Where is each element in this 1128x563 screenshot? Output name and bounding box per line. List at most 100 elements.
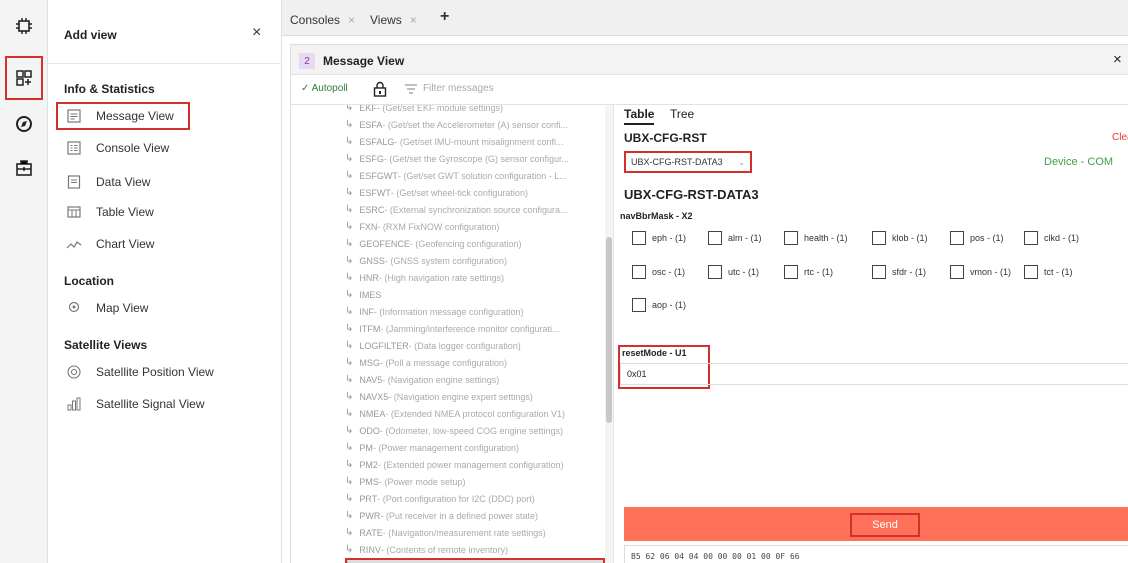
devices-button[interactable] xyxy=(6,8,42,44)
message-item-navx5[interactable]: ↳ NAVX5 - (Navigation engine expert setti… xyxy=(345,388,605,405)
message-item-rinv[interactable]: ↳ RINV - (Contents of remote inventory) xyxy=(345,541,605,558)
message-item-rate[interactable]: ↳ RATE - (Navigation/measurement rate set… xyxy=(345,524,605,541)
bitmask-checkbox[interactable]: vmon - (1) xyxy=(950,263,1011,281)
message-item-name: PM xyxy=(359,442,373,453)
message-item-pm2[interactable]: ↳ PM2 - (Extended power management config… xyxy=(345,456,605,473)
lock-icon[interactable] xyxy=(373,81,387,97)
tab-table[interactable]: Table xyxy=(624,107,655,125)
view-item-satellite-position[interactable]: Satellite Position View xyxy=(56,358,274,386)
tab-views[interactable]: Views × xyxy=(370,8,417,32)
message-item-msg[interactable]: ↳ MSG - (Poll a message configuration) xyxy=(345,354,605,371)
message-variant-select[interactable]: UBX-CFG-RST-DATA3 ⌄ xyxy=(624,151,752,173)
child-arrow-icon: ↳ xyxy=(345,255,354,266)
message-item-itfm[interactable]: ↳ ITFM - (Jamming/interference monitor co… xyxy=(345,320,605,337)
add-tab-button[interactable]: + xyxy=(440,8,449,26)
close-icon[interactable]: × xyxy=(1113,51,1122,68)
message-item-gnss[interactable]: ↳ GNSS - (GNSS system configuration) xyxy=(345,252,605,269)
message-item-nmea[interactable]: ↳ NMEA - (Extended NMEA protocol configur… xyxy=(345,405,605,422)
message-item-esfgwt[interactable]: ↳ ESFGWT - (Get/set GWT solution configur… xyxy=(345,167,605,184)
message-list-scrollbar[interactable] xyxy=(605,105,613,563)
checkbox-box[interactable] xyxy=(950,265,964,279)
message-item-esfa[interactable]: ↳ ESFA - (Get/set the Accelerometer (A) s… xyxy=(345,116,605,133)
view-item-data[interactable]: Data View xyxy=(56,168,274,196)
view-item-map[interactable]: Map View xyxy=(56,294,274,322)
bitmask-checkbox[interactable]: tct - (1) xyxy=(1024,263,1073,281)
message-item-esrc[interactable]: ↳ ESRC - (External synchronization source… xyxy=(345,201,605,218)
checkbox-box[interactable] xyxy=(950,231,964,245)
message-item-name: RINV xyxy=(359,544,381,555)
child-arrow-icon: ↳ xyxy=(345,476,354,487)
message-item-hnr[interactable]: ↳ HNR - (High navigation rate settings) xyxy=(345,269,605,286)
clear-link[interactable]: Clear xyxy=(1112,132,1128,143)
add-view-icon xyxy=(16,70,32,86)
tab-consoles[interactable]: Consoles × xyxy=(290,8,355,32)
autopoll-toggle[interactable]: ✓ Autopoll xyxy=(301,83,348,94)
bitmask-checkbox[interactable]: utc - (1) xyxy=(708,263,759,281)
bitmask-checkbox[interactable]: pos - (1) xyxy=(950,229,1004,247)
message-item-esfalg[interactable]: ↳ ESFALG - (Get/set IMU-mount misalignmen… xyxy=(345,133,605,150)
checkbox-box[interactable] xyxy=(632,231,646,245)
child-arrow-icon: ↳ xyxy=(345,323,354,334)
message-item-pms[interactable]: ↳ PMS - (Power mode setup) xyxy=(345,473,605,490)
message-item-fxn[interactable]: ↳ FXN - (RXM FixNOW configuration) xyxy=(345,218,605,235)
message-item-description: - (Jamming/interference monitor configur… xyxy=(380,323,560,334)
checkbox-box[interactable] xyxy=(708,265,722,279)
filter-messages-input[interactable]: Filter messages xyxy=(423,83,494,94)
message-item-ekf[interactable]: ↳ EKF - (Get/set EKF module settings) xyxy=(345,105,605,116)
checkbox-box[interactable] xyxy=(1024,231,1038,245)
checkbox-box[interactable] xyxy=(632,298,646,312)
message-item-rst[interactable]: ↳RST - (Reset receiver / Clear backup da… xyxy=(345,558,605,563)
message-item-description: - (Extended power management configurati… xyxy=(377,459,564,470)
bitmask-checkbox[interactable]: aop - (1) xyxy=(632,296,686,314)
message-item-nav5[interactable]: ↳ NAV5 - (Navigation engine settings) xyxy=(345,371,605,388)
view-item-chart[interactable]: Chart View xyxy=(56,230,274,258)
message-item-imes[interactable]: ↳ IMES xyxy=(345,286,605,303)
checkbox-box[interactable] xyxy=(784,265,798,279)
bitmask-checkbox[interactable]: sfdr - (1) xyxy=(872,263,926,281)
checkbox-box[interactable] xyxy=(1024,265,1038,279)
message-item-prt[interactable]: ↳ PRT - (Port configuration for I2C (DDC)… xyxy=(345,490,605,507)
close-icon[interactable]: × xyxy=(410,13,417,27)
bitmask-checkbox[interactable]: clkd - (1) xyxy=(1024,229,1079,247)
send-button[interactable]: Send xyxy=(850,513,920,537)
view-item-message[interactable]: Message View xyxy=(56,102,190,130)
message-item-pwr[interactable]: ↳ PWR - (Put receiver in a defined power … xyxy=(345,507,605,524)
bitmask-checkbox[interactable]: klob - (1) xyxy=(872,229,928,247)
bitmask-checkbox[interactable]: osc - (1) xyxy=(632,263,685,281)
checkbox-box[interactable] xyxy=(632,265,646,279)
scrollbar-thumb[interactable] xyxy=(606,237,612,423)
satellite-position-icon xyxy=(64,362,84,382)
bitmask-checkbox[interactable]: eph - (1) xyxy=(632,229,686,247)
message-item-pm[interactable]: ↳ PM - (Power management configuration) xyxy=(345,439,605,456)
checkbox-box[interactable] xyxy=(784,231,798,245)
message-item-esfwt[interactable]: ↳ ESFWT - (Get/set wheel-tick configurati… xyxy=(345,184,605,201)
add-view-button[interactable] xyxy=(5,56,43,100)
view-item-console[interactable]: Console View xyxy=(56,134,274,162)
child-arrow-icon: ↳ xyxy=(345,119,354,130)
location-button[interactable] xyxy=(6,106,42,142)
tab-tree[interactable]: Tree xyxy=(670,107,694,121)
checkbox-box[interactable] xyxy=(708,231,722,245)
bitmask-checkbox[interactable]: alm - (1) xyxy=(708,229,762,247)
view-item-table[interactable]: Table View xyxy=(56,198,274,226)
close-icon[interactable]: × xyxy=(252,24,261,42)
checkbox-box[interactable] xyxy=(872,231,886,245)
message-item-logfilter[interactable]: ↳ LOGFILTER - (Data logger configuration) xyxy=(345,337,605,354)
view-item-satellite-signal[interactable]: Satellite Signal View xyxy=(56,390,274,418)
tools-button[interactable] xyxy=(6,150,42,186)
view-number-badge: 2 xyxy=(299,53,315,69)
message-item-odo[interactable]: ↳ ODO - (Odometer, low-speed COG engine s… xyxy=(345,422,605,439)
message-item-description: - (RXM FixNOW configuration) xyxy=(377,221,500,232)
message-item-esfg[interactable]: ↳ ESFG - (Get/set the Gyroscope (G) senso… xyxy=(345,150,605,167)
message-item-geofence[interactable]: ↳ GEOFENCE - (Geofencing configuration) xyxy=(345,235,605,252)
bitmask-checkbox[interactable]: health - (1) xyxy=(784,229,848,247)
message-item-description: - (Power mode setup) xyxy=(378,476,466,487)
checkbox-box[interactable] xyxy=(872,265,886,279)
map-pin-icon xyxy=(64,298,84,318)
bitmask-checkbox[interactable]: rtc - (1) xyxy=(784,263,833,281)
close-icon[interactable]: × xyxy=(348,13,355,27)
message-item-inf[interactable]: ↳ INF - (Information message configuratio… xyxy=(345,303,605,320)
message-item-name: EKF xyxy=(359,105,377,113)
checkbox-label: tct - (1) xyxy=(1044,267,1073,277)
resetmode-input[interactable]: 0x01 xyxy=(620,363,1128,385)
